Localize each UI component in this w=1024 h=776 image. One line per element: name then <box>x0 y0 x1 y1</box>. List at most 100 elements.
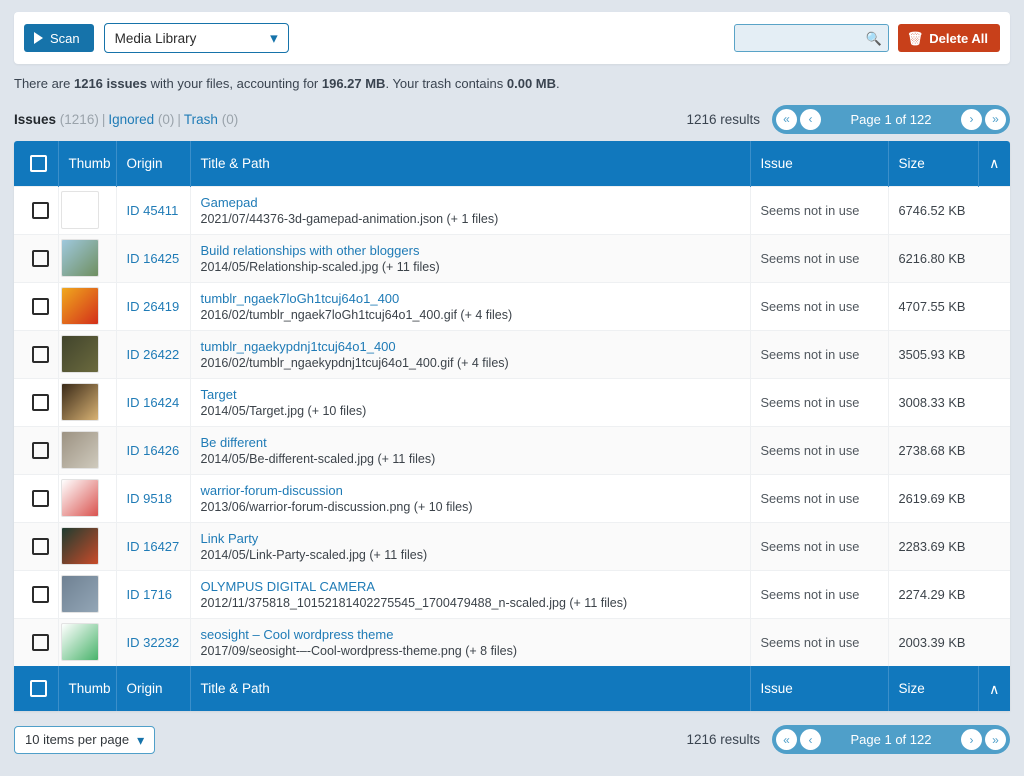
row-title-cell: Build relationships with other bloggers2… <box>190 234 750 282</box>
row-checkbox-cell[interactable] <box>14 330 58 378</box>
row-checkbox[interactable] <box>32 394 49 411</box>
row-checkbox[interactable] <box>32 634 49 651</box>
scan-button[interactable]: Scan <box>24 24 94 52</box>
header-origin[interactable]: Origin <box>116 141 190 186</box>
row-origin-link[interactable]: ID 9518 <box>127 491 173 506</box>
row-issue-text: Seems not in use <box>761 299 860 314</box>
row-origin-link[interactable]: ID 16426 <box>127 443 180 458</box>
concentric-rings-target-thumbnail <box>61 287 99 325</box>
table-foot: Thumb Origin Title & Path Issue Size ∧ <box>14 666 1010 711</box>
first-page-button-top[interactable]: « <box>776 109 797 130</box>
row-checkbox-cell[interactable] <box>14 234 58 282</box>
filter-tab-issues[interactable]: Issues <box>14 112 56 127</box>
row-title-link[interactable]: OLYMPUS DIGITAL CAMERA <box>201 579 740 594</box>
header-select-all[interactable] <box>14 141 58 186</box>
row-size-cell: 3505.93 KB <box>888 330 1010 378</box>
row-origin-link[interactable]: ID 26422 <box>127 347 180 362</box>
last-page-button-top[interactable]: » <box>985 109 1006 130</box>
header-issue[interactable]: Issue <box>750 141 888 186</box>
row-checkbox-cell[interactable] <box>14 282 58 330</box>
row-issue-cell: Seems not in use <box>750 618 888 666</box>
row-origin-link[interactable]: ID 16425 <box>127 251 180 266</box>
row-origin-link[interactable]: ID 32232 <box>127 635 180 650</box>
row-origin-cell: ID 26419 <box>116 282 190 330</box>
row-origin-link[interactable]: ID 16427 <box>127 539 180 554</box>
footer-sort-toggle[interactable]: ∧ <box>978 666 1010 711</box>
search-box[interactable]: 🔍 <box>734 24 889 52</box>
row-path: 2013/06/warrior-forum-discussion.png (+ … <box>201 500 740 514</box>
footer-select-all[interactable] <box>14 666 58 711</box>
row-title-link[interactable]: seosight – Cool wordpress theme <box>201 627 740 642</box>
row-checkbox-cell[interactable] <box>14 426 58 474</box>
row-title-link[interactable]: Link Party <box>201 531 740 546</box>
summary-text: There are 1216 issues with your files, a… <box>14 76 1010 91</box>
first-page-button-bottom[interactable]: « <box>776 729 797 750</box>
prev-page-button-top[interactable]: ‹ <box>800 109 821 130</box>
row-checkbox[interactable] <box>32 586 49 603</box>
footer-size[interactable]: Size <box>888 666 978 711</box>
filter-tab-ignored[interactable]: Ignored <box>108 112 154 127</box>
row-checkbox-cell[interactable] <box>14 378 58 426</box>
select-all-checkbox[interactable] <box>30 155 47 172</box>
row-issue-text: Seems not in use <box>761 587 860 602</box>
row-title-link[interactable]: tumblr_ngaek7loGh1tcuj64o1_400 <box>201 291 740 306</box>
row-issue-text: Seems not in use <box>761 251 860 266</box>
items-per-page-select[interactable]: 10 items per page ▾ <box>14 726 155 754</box>
row-checkbox[interactable] <box>32 442 49 459</box>
row-title-link[interactable]: warrior-forum-discussion <box>201 483 740 498</box>
row-checkbox[interactable] <box>32 250 49 267</box>
row-checkbox[interactable] <box>32 538 49 555</box>
header-size[interactable]: Size <box>888 141 978 186</box>
row-checkbox-cell[interactable] <box>14 474 58 522</box>
row-origin-link[interactable]: ID 45411 <box>127 203 179 218</box>
row-checkbox[interactable] <box>32 346 49 363</box>
row-title-link[interactable]: Gamepad <box>201 195 740 210</box>
next-page-button-top[interactable]: › <box>961 109 982 130</box>
next-page-button-bottom[interactable]: › <box>961 729 982 750</box>
row-title-link[interactable]: Build relationships with other bloggers <box>201 243 740 258</box>
row-size-cell: 6216.80 KB <box>888 234 1010 282</box>
header-sort-toggle[interactable]: ∧ <box>978 141 1010 186</box>
footer-origin[interactable]: Origin <box>116 666 190 711</box>
palm-tree-beach-thumbnail <box>61 239 99 277</box>
filter-pager-row: Issues (1216)|Ignored (0)|Trash (0) 1216… <box>14 105 1010 133</box>
row-title-link[interactable]: Be different <box>201 435 740 450</box>
source-select[interactable]: Media Library ▾ <box>104 23 289 53</box>
row-issue-cell: Seems not in use <box>750 378 888 426</box>
items-per-page-label: 10 items per page <box>25 732 129 747</box>
select-all-checkbox-footer[interactable] <box>30 680 47 697</box>
footer-thumb[interactable]: Thumb <box>58 666 116 711</box>
filter-ignored-count: (0) <box>158 112 175 127</box>
page-root: Scan Media Library ▾ 🔍 🗑 Delete All Ther… <box>0 12 1024 776</box>
search-input[interactable] <box>741 30 866 46</box>
table-header-row: Thumb Origin Title & Path Issue Size ∧ <box>14 141 1010 186</box>
row-size-text: 2274.29 KB <box>899 587 966 602</box>
footer-issue[interactable]: Issue <box>750 666 888 711</box>
row-title-link[interactable]: Target <box>201 387 740 402</box>
website-mockup-thumbnail <box>61 623 99 661</box>
last-page-button-bottom[interactable]: » <box>985 729 1006 750</box>
row-origin-link[interactable]: ID 16424 <box>127 395 180 410</box>
filter-separator-2: | <box>174 112 184 127</box>
table-row: ID 16424Target2014/05/Target.jpg (+ 10 f… <box>14 378 1010 426</box>
row-checkbox[interactable] <box>32 490 49 507</box>
row-checkbox-cell[interactable] <box>14 522 58 570</box>
prev-page-button-bottom[interactable]: ‹ <box>800 729 821 750</box>
filter-issues-count: (1216) <box>60 112 99 127</box>
chevron-up-icon-footer: ∧ <box>989 682 1001 696</box>
row-checkbox[interactable] <box>32 202 49 219</box>
row-origin-link[interactable]: ID 1716 <box>127 587 173 602</box>
row-checkbox-cell[interactable] <box>14 618 58 666</box>
header-thumb[interactable]: Thumb <box>58 141 116 186</box>
row-thumb-cell <box>58 378 116 426</box>
delete-all-button[interactable]: 🗑 Delete All <box>898 24 1000 52</box>
header-title-path[interactable]: Title & Path <box>190 141 750 186</box>
row-origin-link[interactable]: ID 26419 <box>127 299 180 314</box>
footer-title-path[interactable]: Title & Path <box>190 666 750 711</box>
row-checkbox[interactable] <box>32 298 49 315</box>
filter-tab-trash[interactable]: Trash <box>184 112 218 127</box>
row-title-link[interactable]: tumblr_ngaekypdnj1tcuj64o1_400 <box>201 339 740 354</box>
row-checkbox-cell[interactable] <box>14 186 58 234</box>
row-checkbox-cell[interactable] <box>14 570 58 618</box>
table-body: ID 45411Gamepad2021/07/44376-3d-gamepad-… <box>14 186 1010 666</box>
